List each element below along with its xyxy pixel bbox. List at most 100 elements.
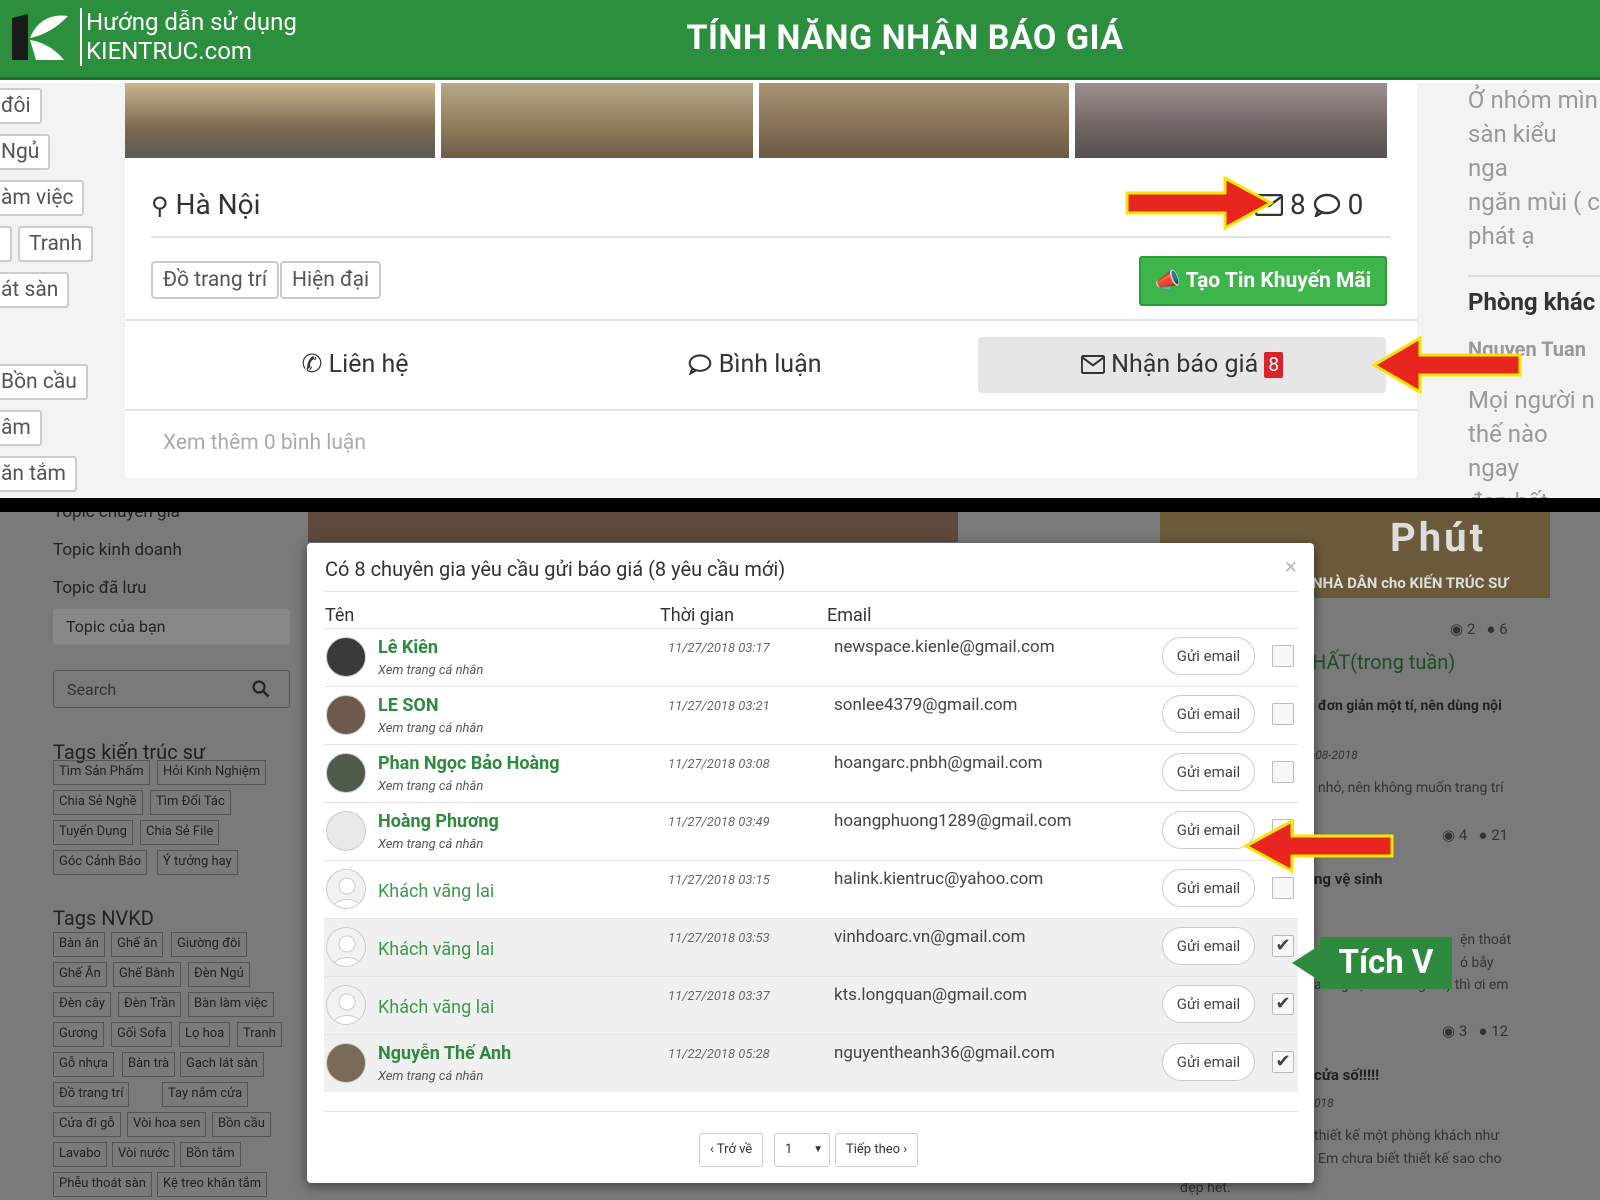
nvkd-tag[interactable]: Kệ treo khăn tắm xyxy=(157,1172,268,1197)
nvkd-tag[interactable]: Ghế Bành xyxy=(113,962,181,987)
sidebar-link[interactable]: Topic đã lưu xyxy=(53,578,146,598)
avatar[interactable] xyxy=(326,927,366,967)
view-profile-link[interactable]: Xem trang cá nhân xyxy=(378,779,483,794)
nvkd-tag[interactable]: Gạch lát sàn xyxy=(180,1052,264,1077)
nvkd-tag[interactable]: Bồn tắm xyxy=(180,1142,241,1167)
nvkd-tag[interactable]: Tay nắm cửa xyxy=(162,1082,249,1107)
send-email-button[interactable]: Gửi email xyxy=(1162,695,1255,733)
send-email-button[interactable]: Gửi email xyxy=(1162,637,1255,675)
architect-tag[interactable]: Tìm Đối Tác xyxy=(150,790,231,815)
avatar[interactable] xyxy=(326,1043,366,1083)
avatar[interactable] xyxy=(326,811,366,851)
nvkd-tag[interactable]: Vòi hoa sen xyxy=(127,1112,207,1137)
nvkd-tag[interactable]: Ghế ăn xyxy=(111,932,164,957)
done-checkbox[interactable] xyxy=(1272,761,1294,783)
nvkd-tag[interactable]: Gối Sofa xyxy=(111,1022,173,1047)
nvkd-tag[interactable]: Tranh xyxy=(237,1022,282,1047)
sidebar-tag[interactable]: ăn tắm xyxy=(0,456,77,492)
done-checkbox[interactable] xyxy=(1272,645,1294,667)
nvkd-tag[interactable]: Vòi nước xyxy=(112,1142,176,1167)
pagination-next-button[interactable]: Tiếp theo › xyxy=(835,1133,919,1167)
avatar[interactable] xyxy=(326,869,366,909)
nvkd-tag[interactable]: Đèn Trần xyxy=(118,992,182,1017)
post-photo[interactable] xyxy=(1075,83,1387,158)
sidebar-tag[interactable]: Bồn cầu xyxy=(0,364,88,400)
nvkd-tag[interactable]: Đèn cây xyxy=(53,992,111,1017)
architect-tag[interactable]: Tuyển Dụng xyxy=(53,820,133,845)
pagination-page-select[interactable]: 1 ▼ xyxy=(774,1133,830,1167)
sidebar-tag[interactable]: Tranh xyxy=(18,226,94,262)
nvkd-tag[interactable]: Lọ hoa xyxy=(179,1022,231,1047)
send-email-button[interactable]: Gửi email xyxy=(1162,753,1255,791)
pagination-prev-button[interactable]: ‹ Trở về xyxy=(699,1133,764,1167)
architect-tag[interactable]: Chia Sẻ Nghề xyxy=(53,790,143,815)
nvkd-tag[interactable]: Phễu thoát sàn xyxy=(53,1172,152,1197)
requester-name[interactable]: Nguyễn Thế Anh xyxy=(378,1043,511,1064)
requester-name[interactable]: Phan Ngọc Bảo Hoàng xyxy=(378,753,560,774)
see-more-comments-link[interactable]: Xem thêm 0 bình luận xyxy=(163,431,366,455)
view-profile-link[interactable]: Xem trang cá nhân xyxy=(378,663,483,678)
requester-name[interactable]: Lê Kiên xyxy=(378,637,438,658)
view-profile-link[interactable]: Xem trang cá nhân xyxy=(378,1069,483,1084)
post-photo[interactable] xyxy=(125,83,435,158)
architect-tag[interactable]: Hỏi Kinh Nghiệm xyxy=(157,760,267,785)
contact-button[interactable]: ✆ Liên hệ xyxy=(225,337,485,393)
send-email-button[interactable]: Gửi email xyxy=(1162,811,1255,849)
done-checkbox[interactable] xyxy=(1272,877,1294,899)
send-email-button[interactable]: Gửi email xyxy=(1162,869,1255,907)
sidebar-tag[interactable] xyxy=(0,226,12,262)
avatar[interactable] xyxy=(326,637,366,677)
nvkd-tag[interactable]: Giường đôi xyxy=(171,932,247,957)
view-profile-link[interactable]: Xem trang cá nhân xyxy=(378,721,483,736)
architect-tag[interactable]: Ý tưởng hay xyxy=(157,850,238,875)
architect-tag[interactable]: Tìm Sản Phẩm xyxy=(53,760,150,785)
nvkd-tag[interactable]: Lavabo xyxy=(53,1142,107,1167)
right-column-heading[interactable]: Phòng khác xyxy=(1468,288,1595,316)
send-email-button[interactable]: Gửi email xyxy=(1162,985,1255,1023)
create-promo-button[interactable]: 📣 Tạo Tin Khuyến Mãi xyxy=(1139,256,1387,306)
your-topic-link[interactable]: Topic của bạn xyxy=(53,609,290,645)
sidebar-tag[interactable]: àm việc xyxy=(0,180,85,216)
sidebar-link[interactable]: Topic chuyên gia xyxy=(53,512,180,522)
post-tag[interactable]: Hiện đại xyxy=(280,261,382,299)
architect-tag[interactable]: Góc Cảnh Báo xyxy=(53,850,147,875)
done-checkbox[interactable]: ✔ xyxy=(1272,935,1294,957)
nvkd-tag[interactable]: Cửa đi gỗ xyxy=(53,1112,121,1137)
post-photo[interactable] xyxy=(759,83,1069,158)
done-checkbox[interactable]: ✔ xyxy=(1272,1051,1294,1073)
nvkd-tag[interactable]: Bàn ăn xyxy=(53,932,105,957)
avatar[interactable] xyxy=(326,753,366,793)
nvkd-tag[interactable]: Gỗ nhựa xyxy=(53,1052,114,1077)
done-checkbox[interactable]: ✔ xyxy=(1272,993,1294,1015)
nvkd-tag[interactable]: Đèn Ngủ xyxy=(188,962,250,987)
get-quote-button[interactable]: Nhận báo giá 8 xyxy=(978,337,1386,393)
sidebar-tag[interactable]: đôi xyxy=(0,88,42,124)
avatar[interactable] xyxy=(326,695,366,735)
bg-text: ện thoát xyxy=(1460,932,1512,948)
search-icon[interactable] xyxy=(252,680,270,698)
send-email-button[interactable]: Gửi email xyxy=(1162,927,1255,965)
sidebar-tag[interactable]: át sàn xyxy=(0,272,70,308)
requester-email: newspace.kienle@gmail.com xyxy=(834,637,1055,657)
close-icon[interactable]: × xyxy=(1285,555,1297,580)
post-photo[interactable] xyxy=(441,83,753,158)
sidebar-tag[interactable]: Ngủ xyxy=(0,134,51,170)
nvkd-tag[interactable]: Bàn trà xyxy=(122,1052,176,1077)
nvkd-tag[interactable]: Đồ trang trí xyxy=(53,1082,130,1107)
sidebar-link[interactable]: Topic kinh doanh xyxy=(53,540,182,560)
post-tag[interactable]: Đồ trang trí xyxy=(151,261,280,299)
nvkd-tag[interactable]: Gương xyxy=(53,1022,104,1047)
nvkd-tag[interactable]: Bồn cầu xyxy=(212,1112,271,1137)
done-checkbox[interactable] xyxy=(1272,703,1294,725)
avatar[interactable] xyxy=(326,985,366,1025)
send-email-button[interactable]: Gửi email xyxy=(1162,1043,1255,1081)
view-profile-link[interactable]: Xem trang cá nhân xyxy=(378,837,483,852)
requester-name[interactable]: Hoàng Phương xyxy=(378,811,499,832)
comment-button[interactable]: Bình luận xyxy=(625,337,885,393)
sidebar-tag[interactable]: âm xyxy=(0,410,42,446)
nvkd-tag[interactable]: Bàn làm việc xyxy=(188,992,274,1017)
architect-tag[interactable]: Chia Sẻ File xyxy=(140,820,220,845)
sidebar-search[interactable]: Search xyxy=(53,670,290,708)
requester-name[interactable]: LE SON xyxy=(378,695,439,716)
nvkd-tag[interactable]: Ghế Ăn xyxy=(53,962,107,987)
